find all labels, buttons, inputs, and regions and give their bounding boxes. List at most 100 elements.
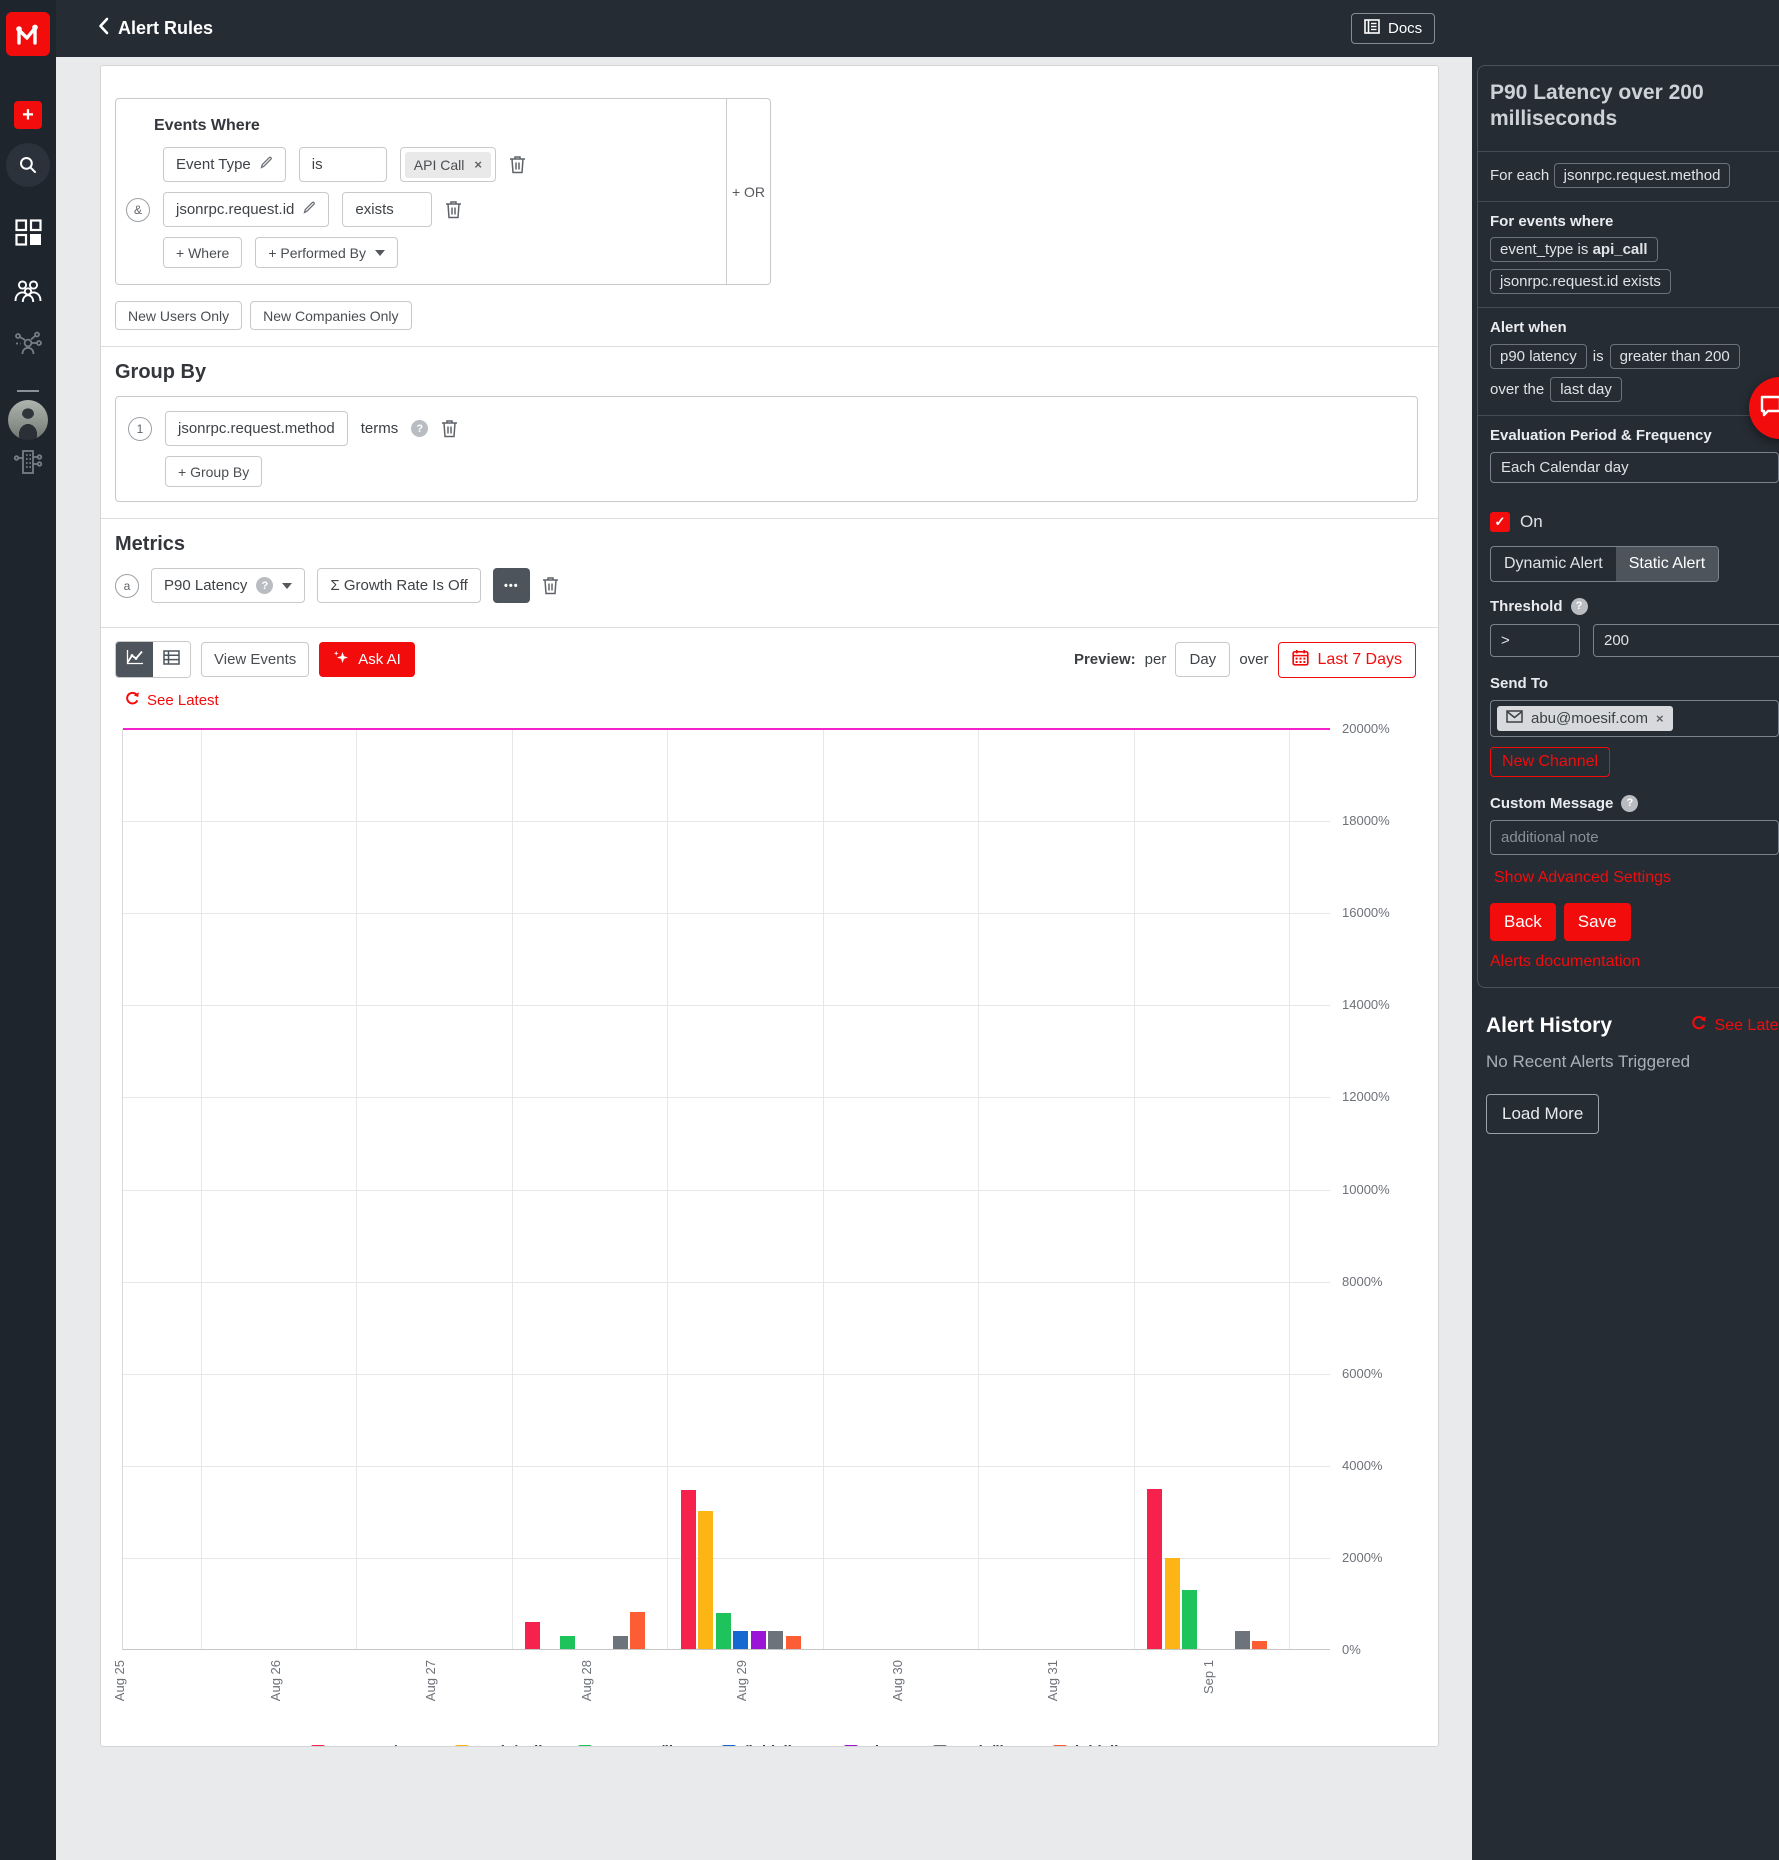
filter-add-row: + Where + Performed By: [126, 237, 716, 268]
back-to-alert-rules[interactable]: Alert Rules: [98, 17, 213, 40]
ask-ai-label: Ask AI: [358, 651, 401, 668]
refresh-icon: [125, 691, 140, 710]
user-avatar[interactable]: [0, 400, 56, 440]
add-group-by-button[interactable]: + Group By: [165, 456, 262, 487]
new-companies-only-button[interactable]: New Companies Only: [250, 301, 411, 330]
remove-value-icon[interactable]: ×: [474, 158, 482, 171]
legend-item[interactable]: /initialize: [722, 1743, 807, 1747]
filter-operator-selector[interactable]: is: [299, 147, 387, 182]
view-events-button[interactable]: View Events: [201, 642, 309, 677]
sidebar-item-user-flows[interactable]: [0, 330, 56, 363]
filter-value-box[interactable]: API Call ×: [400, 147, 496, 182]
bar-prompts/get[interactable]: [1147, 1489, 1162, 1649]
bar-tools/list[interactable]: [613, 1636, 628, 1649]
sidebar-item-users[interactable]: [0, 278, 56, 309]
help-icon[interactable]: ?: [1571, 598, 1588, 615]
user-network-icon: [13, 330, 43, 363]
preview-controls: View Events Ask AI Preview: per Day over…: [101, 627, 1438, 678]
bar-ping[interactable]: [751, 1631, 766, 1649]
filter-field-selector-2[interactable]: jsonrpc.request.id: [163, 192, 329, 227]
legend-item[interactable]: initialize: [1053, 1743, 1134, 1747]
users-group-icon: [13, 278, 43, 309]
delete-filter-icon-2[interactable]: [445, 200, 462, 219]
table-view-button[interactable]: [153, 642, 190, 677]
dynamic-alert-button[interactable]: Dynamic Alert: [1491, 547, 1616, 581]
add-or-button[interactable]: + OR: [726, 99, 770, 284]
custom-message-input[interactable]: [1490, 820, 1779, 855]
bar-initialize[interactable]: [630, 1612, 645, 1649]
see-latest-label: See Latest: [147, 692, 219, 709]
refresh-icon: [1691, 1015, 1707, 1036]
legend-item[interactable]: ping: [844, 1743, 898, 1747]
send-to-input[interactable]: abu@moesif.com ×: [1490, 700, 1779, 737]
sidebar-item-dashboards[interactable]: [0, 219, 56, 251]
remove-recipient-icon[interactable]: ×: [1656, 712, 1664, 725]
docs-button[interactable]: Docs: [1351, 13, 1435, 44]
ask-ai-button[interactable]: Ask AI: [319, 642, 415, 677]
interval-selector[interactable]: Day: [1175, 642, 1230, 677]
bar-prompts/list[interactable]: [560, 1636, 575, 1649]
see-latest-link[interactable]: See Latest: [125, 691, 219, 710]
bar-prompts/list[interactable]: [716, 1613, 731, 1649]
history-see-latest-link[interactable]: See Latest: [1691, 1015, 1779, 1036]
is-label: is: [1593, 348, 1604, 365]
filter-field-selector[interactable]: Event Type: [163, 147, 286, 182]
filter-operator-label: is: [312, 156, 323, 173]
threshold-operator-input[interactable]: [1490, 624, 1580, 657]
growth-rate-toggle[interactable]: Σ Growth Rate Is Off: [317, 568, 480, 603]
alert-history-section: Alert History See Latest No Recent Alert…: [1472, 988, 1779, 1134]
date-range-button[interactable]: Last 7 Days: [1278, 642, 1416, 678]
add-performed-by-button[interactable]: + Performed By: [255, 237, 398, 268]
alerts-documentation-link[interactable]: Alerts documentation: [1490, 953, 1640, 970]
back-button[interactable]: Back: [1490, 903, 1556, 941]
load-more-button[interactable]: Load More: [1486, 1094, 1599, 1134]
delete-metric-icon[interactable]: [542, 576, 559, 595]
bar-tools/list[interactable]: [768, 1631, 783, 1649]
bar-prompts/get[interactable]: [681, 1490, 696, 1649]
legend-item[interactable]: tools/list: [933, 1743, 1017, 1747]
search-button[interactable]: [0, 143, 56, 187]
and-joiner[interactable]: &: [126, 198, 150, 222]
events-where-section: For events where event_type is api_call …: [1478, 201, 1779, 307]
bar-tools/call[interactable]: [698, 1511, 713, 1649]
group-by-field-selector[interactable]: jsonrpc.request.method: [165, 411, 348, 446]
bar-tools/list[interactable]: [1235, 1631, 1250, 1649]
bar-initialize[interactable]: [786, 1636, 801, 1649]
show-advanced-settings-link[interactable]: Show Advanced Settings: [1494, 869, 1671, 886]
bar-initialize[interactable]: [1252, 1641, 1267, 1649]
metric-selector[interactable]: P90 Latency ?: [151, 568, 305, 603]
delete-group-by-icon[interactable]: [441, 419, 458, 438]
more-options-button[interactable]: •••: [493, 568, 530, 603]
events-where-title: Events Where: [154, 117, 716, 135]
new-channel-button[interactable]: New Channel: [1490, 747, 1610, 777]
bar-prompts/get[interactable]: [525, 1622, 540, 1649]
threshold-value-input[interactable]: [1593, 624, 1779, 657]
delete-filter-icon[interactable]: [509, 155, 526, 174]
where-chip-2: jsonrpc.request.id exists: [1490, 269, 1671, 294]
save-button[interactable]: Save: [1564, 903, 1631, 941]
legend-item[interactable]: prompts/list: [578, 1743, 686, 1747]
on-checkbox[interactable]: ✓: [1490, 512, 1510, 532]
help-icon[interactable]: ?: [256, 577, 273, 594]
help-icon[interactable]: ?: [1621, 795, 1638, 812]
bar-prompts/list[interactable]: [1182, 1590, 1197, 1649]
evaluation-frequency-select[interactable]: Each Calendar day: [1490, 452, 1779, 483]
static-alert-button[interactable]: Static Alert: [1616, 547, 1718, 581]
new-users-only-button[interactable]: New Users Only: [115, 301, 242, 330]
bar-tools/call[interactable]: [1165, 1558, 1180, 1649]
chart-view-button[interactable]: [116, 642, 153, 677]
legend-item[interactable]: tools/call: [455, 1743, 542, 1747]
create-new-button[interactable]: +: [0, 101, 56, 129]
filter-operator-selector-2[interactable]: exists: [342, 192, 432, 227]
pencil-icon: [260, 156, 273, 173]
legend-item[interactable]: prompts/get: [311, 1743, 420, 1747]
moesif-logo[interactable]: [0, 12, 56, 56]
calendar-icon: [1292, 649, 1309, 671]
bar-/initialize[interactable]: [733, 1631, 748, 1649]
recipient-email: abu@moesif.com: [1531, 710, 1648, 727]
add-where-button[interactable]: + Where: [163, 237, 242, 268]
help-icon[interactable]: ?: [411, 420, 428, 437]
filter-value-chip: API Call ×: [405, 152, 491, 178]
sidebar-item-companies[interactable]: [0, 448, 56, 481]
legend-swatch: [311, 1745, 325, 1748]
